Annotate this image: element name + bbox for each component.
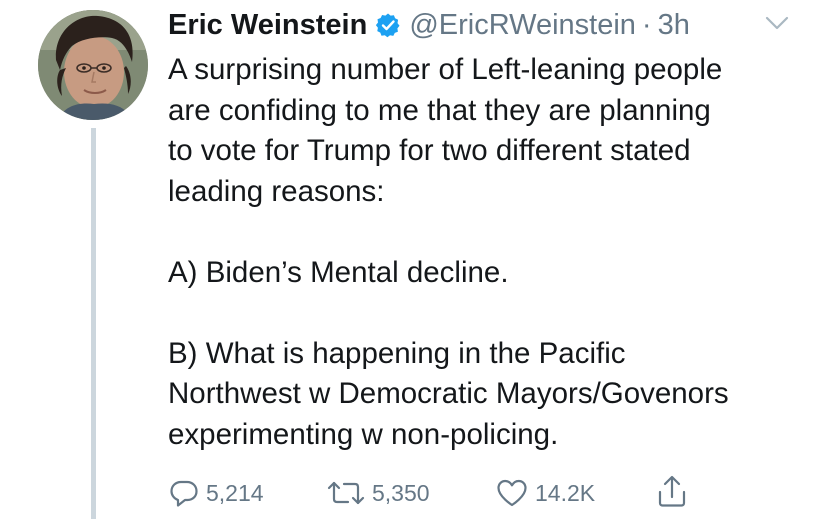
avatar-photo xyxy=(38,10,148,120)
tweet-text-blank-line xyxy=(168,212,808,253)
tweet-actions: 5,214 5,350 14.2K xyxy=(0,475,827,515)
reply-button[interactable]: 5,214 xyxy=(168,475,264,511)
retweet-button[interactable]: 5,350 xyxy=(326,475,430,511)
author-name[interactable]: Eric Weinstein xyxy=(168,9,367,42)
tweet-text-line: to vote for Trump for two different stat… xyxy=(168,134,691,167)
reply-count: 5,214 xyxy=(206,479,264,506)
header-separator: · xyxy=(641,8,652,41)
like-button[interactable]: 14.2K xyxy=(495,475,595,511)
tweet-text-line: are confiding to me that they are planni… xyxy=(168,93,711,127)
tweet-text-line: B) What is happening in the Pacific xyxy=(168,336,626,370)
author-handle[interactable]: @EricRWeinstein xyxy=(409,9,636,42)
tweet-text-line: A surprising number of Left-leaning peop… xyxy=(168,53,723,86)
heart-icon xyxy=(497,479,527,507)
tweet-text-line: experimenting w non-policing. xyxy=(168,417,559,451)
chevron-down-icon[interactable] xyxy=(762,14,792,34)
avatar[interactable] xyxy=(38,10,148,120)
tweet-header: Eric Weinstein @EricRWeinstein · 3h xyxy=(168,6,690,44)
reply-icon xyxy=(170,480,198,507)
tweet-text-line: Northwest w Democratic Mayors/Govenors xyxy=(168,377,729,410)
tweet-text: A surprising number of Left-leaning peop… xyxy=(168,50,808,455)
tweet-text-line: A) Biden’s Mental decline. xyxy=(168,255,509,289)
tweet-text-line: leading reasons: xyxy=(168,174,385,208)
verified-badge-icon xyxy=(375,12,401,38)
share-icon xyxy=(658,475,686,507)
retweet-count: 5,350 xyxy=(372,479,430,506)
tweet[interactable]: Eric Weinstein @EricRWeinstein · 3h A su… xyxy=(0,0,827,519)
tweet-timestamp[interactable]: 3h xyxy=(658,9,690,42)
tweet-text-blank-line xyxy=(168,293,808,334)
share-button[interactable] xyxy=(656,473,688,509)
thread-line xyxy=(91,128,96,519)
like-count: 14.2K xyxy=(535,479,596,506)
retweet-icon xyxy=(327,481,365,505)
